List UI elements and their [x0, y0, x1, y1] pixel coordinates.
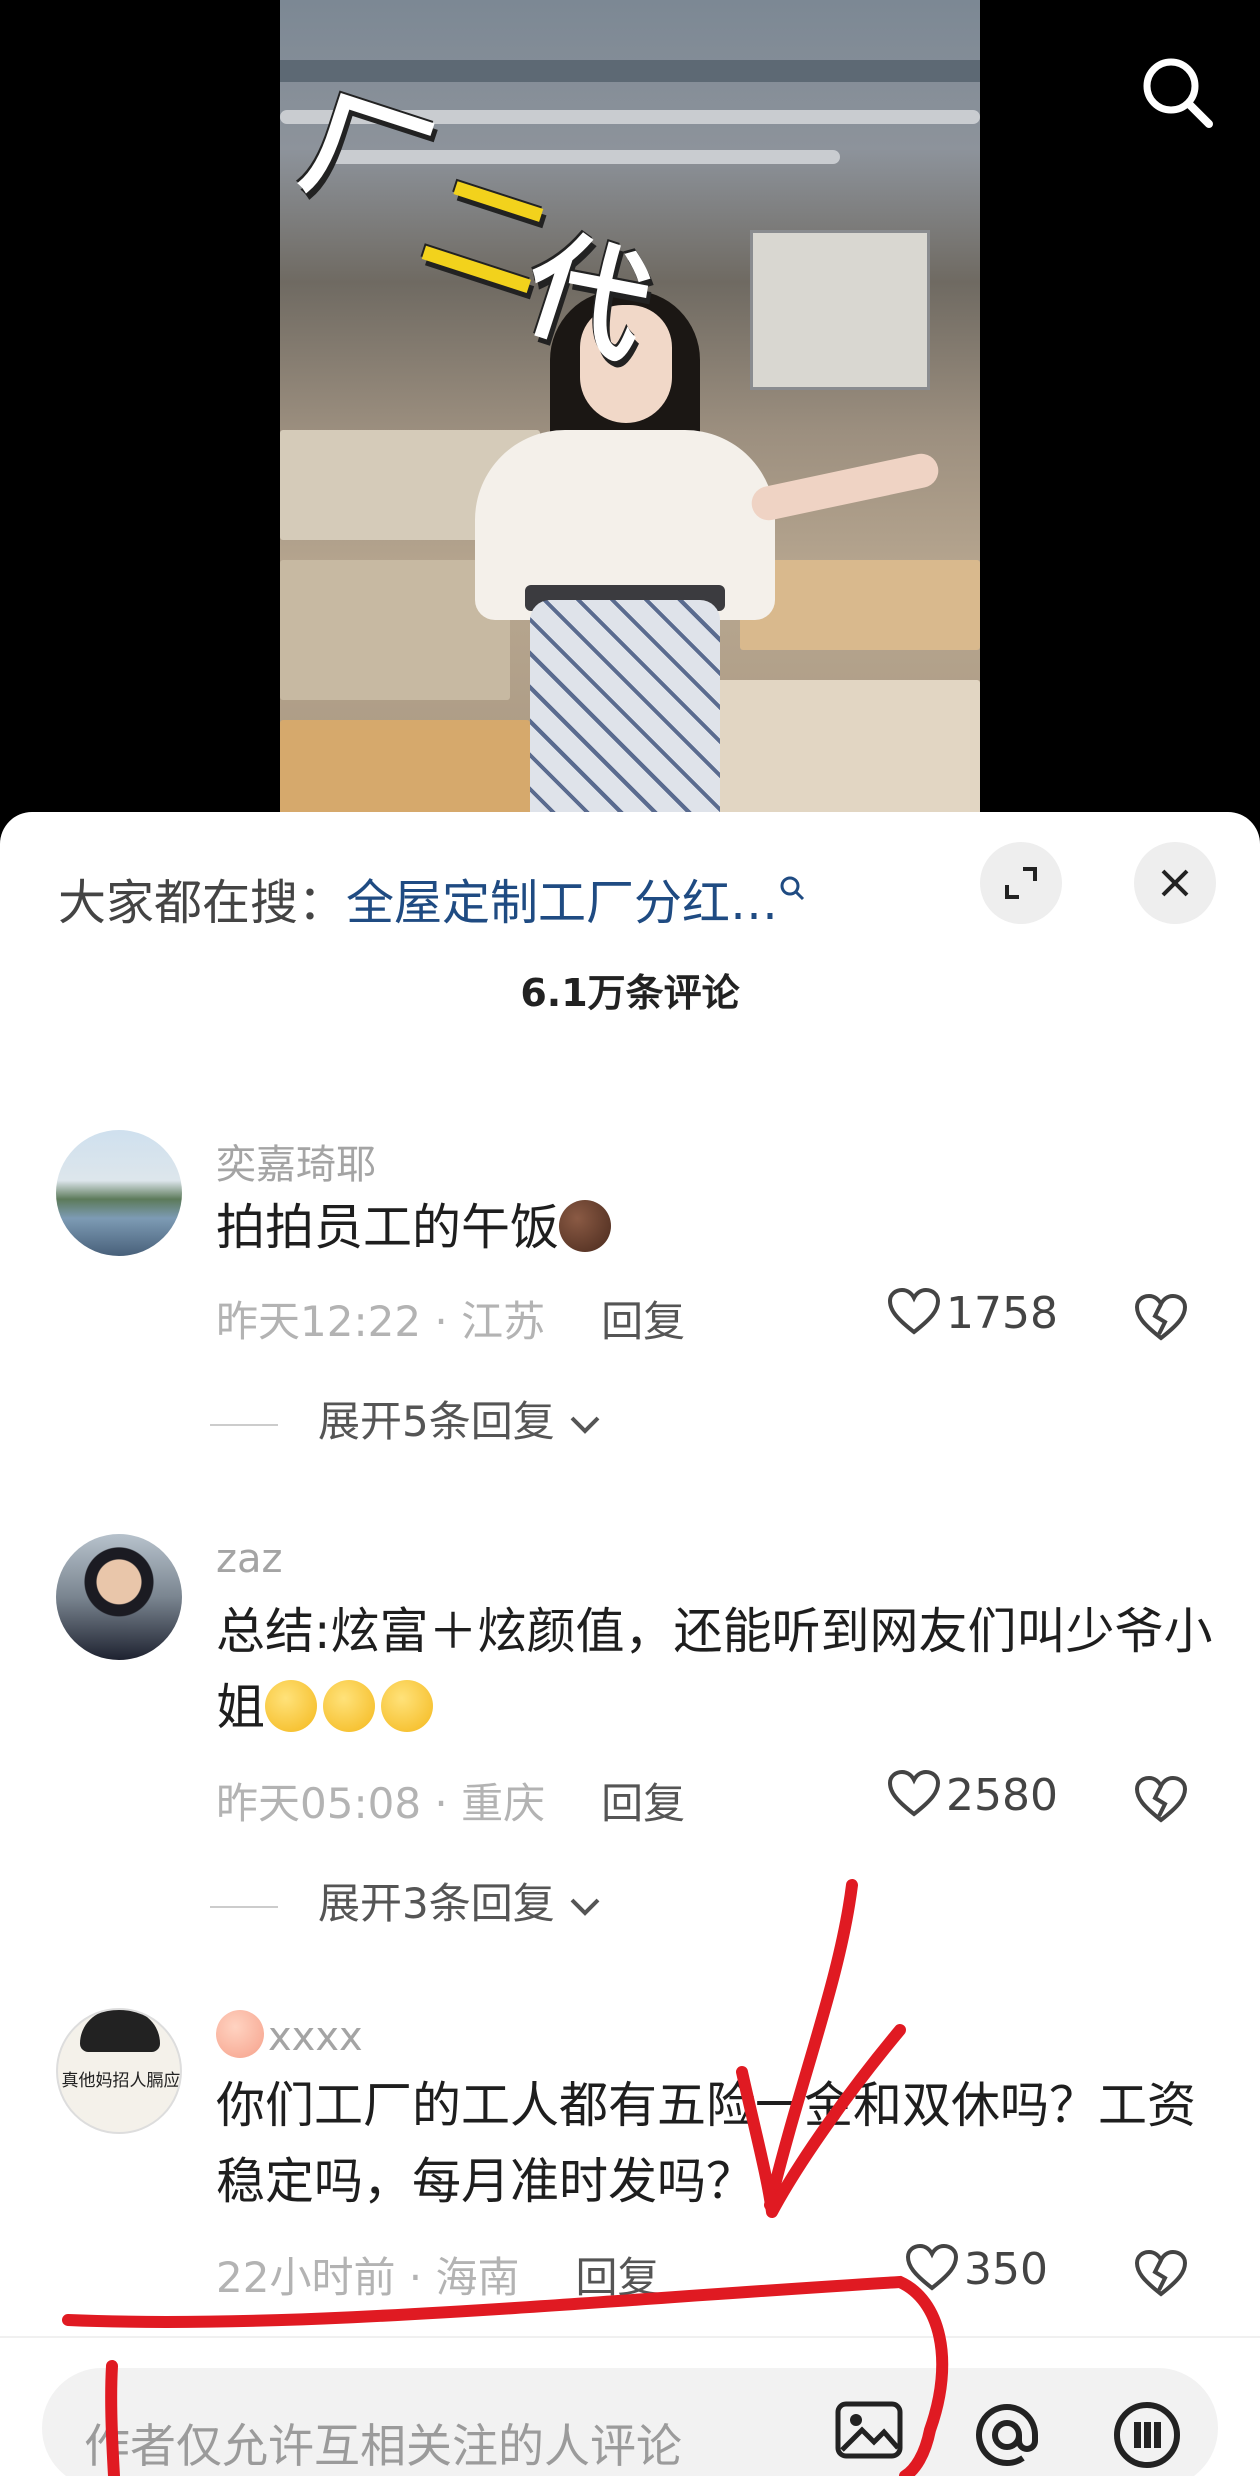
factory-machine — [750, 230, 930, 390]
dislike-button[interactable] — [1134, 2249, 1188, 2302]
avatar-text: 真他妈招人膈应 — [61, 2071, 181, 2091]
emoji-icon — [559, 1200, 612, 1252]
like-count: 2580 — [946, 1770, 1058, 1821]
laughing-emoji-icon — [265, 1680, 318, 1732]
expand-replies-button[interactable]: 展开3条回复 — [210, 1870, 602, 1931]
reply-button[interactable]: 回复 — [576, 2253, 660, 2302]
avatar[interactable]: 真他妈招人膈应 — [56, 2008, 182, 2134]
video-player[interactable]: 厂 二 代 — [0, 0, 1260, 830]
avatar[interactable] — [56, 1534, 182, 1660]
expand-replies-label: 展开5条回复 — [318, 1397, 555, 1446]
at-icon — [976, 2404, 1038, 2467]
comment-count: 6.1万条评论 — [520, 971, 740, 1015]
comment-time: 昨天12:22 — [216, 1297, 422, 1346]
dislike-button[interactable] — [1134, 1293, 1188, 1346]
trending-search-term[interactable]: 全屋定制工厂分红… — [346, 875, 778, 931]
search-icon — [1143, 58, 1213, 128]
divider — [210, 1905, 278, 1908]
like-button[interactable]: 350 — [905, 2243, 1048, 2295]
expand-replies-label: 展开3条回复 — [318, 1879, 555, 1928]
video-frame: 厂 二 代 — [280, 0, 980, 830]
trending-search-prefix: 大家都在搜： — [58, 875, 347, 931]
divider — [210, 1423, 278, 1426]
board-stack — [700, 680, 980, 830]
comment-input-bar: 作者仅允许互相关注的人评论 — [0, 2336, 1260, 2476]
laughing-emoji-icon — [323, 1680, 376, 1732]
trending-search-bar: 大家都在搜：全屋定制工厂分红… — [58, 858, 806, 933]
emoji-button[interactable] — [1112, 2400, 1182, 2474]
expand-icon — [1005, 867, 1037, 899]
heart-icon — [905, 2243, 959, 2291]
comment-text-content: 拍拍员工的午饭 — [216, 1199, 560, 1256]
comment-meta: 昨天12:22 · 江苏 回复 — [216, 1297, 686, 1346]
close-button[interactable] — [1134, 842, 1216, 924]
close-icon — [1161, 869, 1189, 897]
laughing-emoji-icon — [381, 1680, 434, 1732]
comment-meta: 22小时前 · 海南 回复 — [216, 2253, 660, 2302]
image-icon — [835, 2401, 903, 2459]
reply-button[interactable]: 回复 — [601, 1297, 685, 1346]
comment-text: 总结:炫富＋炫颜值，还能听到网友们叫少爷小姐 — [216, 1594, 1216, 1746]
chevron-down-icon — [570, 1416, 600, 1434]
image-button[interactable] — [834, 2400, 904, 2464]
heart-icon — [887, 1287, 941, 1335]
like-count: 350 — [964, 2244, 1048, 2295]
comment-time: 昨天05:08 — [216, 1779, 422, 1828]
comment-username: xxxx — [268, 2014, 363, 2060]
comment-sheet: 大家都在搜：全屋定制工厂分红… 6.1万条评论 奕嘉琦耶 拍拍员工的午饭 昨天1… — [0, 812, 1260, 2476]
comment-text: 你们工厂的工人都有五险一金和双休吗？工资稳定吗，每月准时发吗？ — [216, 2077, 1197, 2210]
broken-heart-icon — [1134, 1293, 1188, 1341]
like-button[interactable]: 2580 — [887, 1769, 1058, 1821]
comment-username[interactable]: zaz — [216, 1536, 283, 1582]
comment-input-placeholder: 作者仅允许互相关注的人评论 — [84, 2419, 682, 2473]
comment-location: 重庆 — [461, 1779, 546, 1828]
search-icon — [778, 858, 806, 914]
board-stack — [740, 560, 980, 650]
emoji-icon — [1114, 2402, 1180, 2468]
expand-replies-button[interactable]: 展开5条回复 — [210, 1388, 602, 1449]
like-button[interactable]: 1758 — [887, 1287, 1058, 1339]
comment-text: 拍拍员工的午饭 — [216, 1190, 1216, 1266]
comment-meta: 昨天05:08 · 重庆 回复 — [216, 1779, 686, 1828]
search-button[interactable] — [1135, 50, 1219, 134]
avatar[interactable] — [56, 1130, 182, 1256]
chevron-down-icon — [570, 1898, 600, 1916]
comment-location: 江苏 — [461, 1297, 546, 1346]
heart-icon — [887, 1769, 941, 1817]
reply-button[interactable]: 回复 — [601, 1779, 685, 1828]
comment-location: 海南 — [435, 2253, 520, 2302]
like-count: 1758 — [946, 1288, 1058, 1339]
avatar-hair — [80, 2010, 160, 2052]
mention-button[interactable] — [972, 2400, 1042, 2474]
comment-username-row[interactable]: xxxx — [216, 2010, 363, 2060]
broken-heart-icon — [1134, 1775, 1188, 1823]
smiling-hearts-emoji-icon — [216, 2010, 264, 2058]
comment-username[interactable]: 奕嘉琦耶 — [216, 1132, 376, 1190]
app-root: 厂 二 代 大家都在搜：全屋定制工厂分红… 6.1万条评论 奕嘉琦耶 拍拍员工的… — [0, 0, 1260, 2476]
broken-heart-icon — [1134, 2249, 1188, 2297]
expand-button[interactable] — [980, 842, 1062, 924]
dislike-button[interactable] — [1134, 1775, 1188, 1828]
comment-time: 22小时前 — [216, 2253, 396, 2302]
